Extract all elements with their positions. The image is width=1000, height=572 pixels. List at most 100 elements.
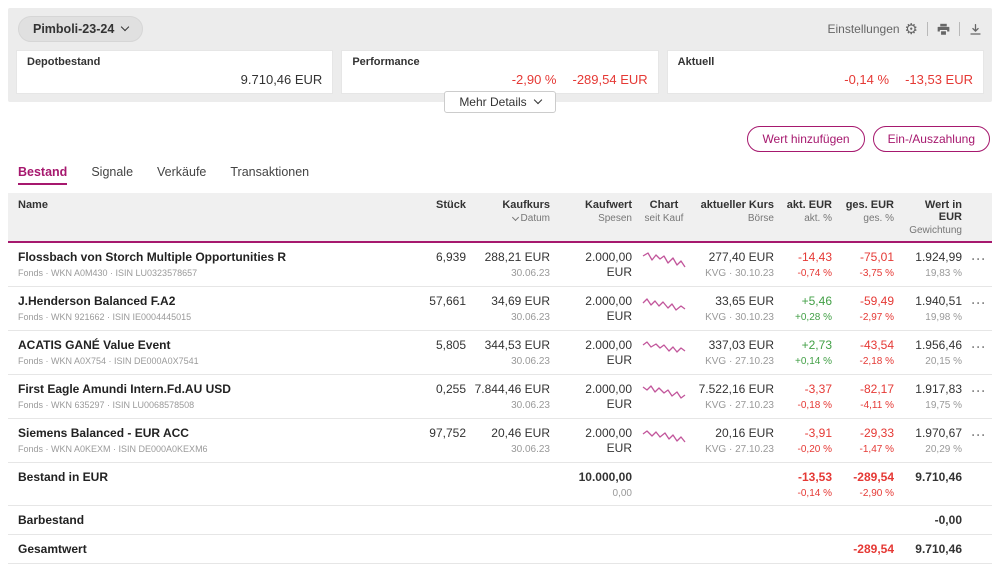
- kaufwert-cell: 2.000,00 EUR: [554, 294, 636, 324]
- gear-icon: ⚙: [905, 22, 918, 37]
- col-chart-label: Chart: [640, 199, 688, 211]
- sparkline-icon: [642, 251, 686, 269]
- ges-total-cell: -289,54: [836, 542, 898, 557]
- row-menu-button[interactable]: ···: [966, 382, 992, 398]
- print-button[interactable]: [937, 23, 950, 36]
- action-buttons: Wert hinzufügen Ein-/Auszahlung: [8, 126, 992, 152]
- chart-cell[interactable]: [636, 250, 692, 272]
- tab-verkaeufe[interactable]: Verkäufe: [157, 165, 206, 185]
- sort-chevron-icon: [512, 214, 519, 221]
- card-value: -0,14 % -13,53 EUR: [844, 72, 973, 87]
- col-kaufwert-label: Kaufwert: [558, 199, 632, 211]
- divider: [927, 22, 928, 36]
- table-row[interactable]: ACATIS GANÉ Value Event Fonds · WKN A0X7…: [8, 331, 992, 375]
- ges-cell: -75,01-3,75 %: [836, 250, 898, 279]
- sparkline-icon: [642, 383, 686, 401]
- performance-value: -289,54 EUR: [573, 72, 648, 87]
- chart-cell[interactable]: [636, 426, 692, 448]
- chart-cell[interactable]: [636, 294, 692, 316]
- total-label: Barbestand: [18, 513, 414, 527]
- settings-button[interactable]: Einstellungen ⚙: [827, 22, 918, 37]
- card-depotbestand: Depotbestand 9.710,46 EUR: [16, 50, 333, 94]
- portfolio-page: Pimboli-23-24 Einstellungen ⚙: [0, 0, 1000, 572]
- col-gewichtung-label: Gewichtung: [909, 225, 962, 236]
- kaufkurs-cell: 7.844,46 EUR30.06.23: [470, 382, 554, 411]
- tab-bestand[interactable]: Bestand: [18, 165, 67, 185]
- wert-cell: 1.924,9919,83 %: [898, 250, 966, 279]
- table-row[interactable]: First Eagle Amundi Intern.Fd.AU USD Fond…: [8, 375, 992, 419]
- fund-name[interactable]: Flossbach von Storch Multiple Opportunit…: [18, 250, 414, 264]
- col-kaufwert: Kaufwert Spesen: [554, 199, 636, 224]
- col-kaufkurs-label: Kaufkurs: [474, 199, 550, 211]
- card-aktuell: Aktuell -0,14 % -13,53 EUR: [667, 50, 984, 94]
- stueck-cell: 97,752: [418, 426, 470, 441]
- kaufkurs-cell: 344,53 EUR30.06.23: [470, 338, 554, 367]
- sparkline-icon: [642, 339, 686, 357]
- wert-cell: 1.917,8319,75 %: [898, 382, 966, 411]
- aktuell-percent: -0,14 %: [844, 72, 889, 87]
- col-akt-pct-label: akt. %: [804, 213, 832, 224]
- download-button[interactable]: [969, 23, 982, 36]
- col-wert: Wert in EUR Gewichtung: [898, 199, 966, 236]
- chart-cell[interactable]: [636, 382, 692, 404]
- card-label: Depotbestand: [27, 56, 322, 68]
- fund-name[interactable]: J.Henderson Balanced F.A2: [18, 294, 414, 308]
- total-label-cell: Bestand in EUR: [8, 470, 418, 484]
- fund-details: Fonds · WKN A0KEXM · ISIN DE000A0KEXM6: [18, 444, 414, 454]
- fund-name[interactable]: ACATIS GANÉ Value Event: [18, 338, 414, 352]
- table-header: Name Stück Kaufkurs Datum Kaufwert Spese…: [8, 193, 992, 243]
- col-kaufkurs[interactable]: Kaufkurs Datum: [470, 199, 554, 224]
- table-row-barbestand: Barbestand -0,00: [8, 506, 992, 535]
- kurs-cell: 337,03 EURKVG · 27.10.23: [692, 338, 778, 367]
- kaufwert-total-cell: 10.000,000,00: [554, 470, 636, 499]
- wert-total-cell: -0,00: [898, 513, 966, 528]
- card-value: 9.710,46 EUR: [241, 72, 323, 87]
- tab-signale[interactable]: Signale: [91, 165, 133, 185]
- col-akt-label: akt. EUR: [782, 199, 832, 211]
- col-boerse-label: Börse: [748, 213, 774, 224]
- fund-details: Fonds · WKN A0X754 · ISIN DE000A0X7541: [18, 356, 414, 366]
- col-stueck: Stück: [418, 199, 470, 211]
- fund-details: Fonds · WKN A0M430 · ISIN LU0323578657: [18, 268, 414, 278]
- sparkline-icon: [642, 295, 686, 313]
- kaufkurs-cell: 34,69 EUR30.06.23: [470, 294, 554, 323]
- fund-cell: First Eagle Amundi Intern.Fd.AU USD Fond…: [8, 382, 418, 410]
- deposit-withdraw-button[interactable]: Ein-/Auszahlung: [873, 126, 990, 152]
- table-row[interactable]: J.Henderson Balanced F.A2 Fonds · WKN 92…: [8, 287, 992, 331]
- more-details-wrap: Mehr Details: [8, 91, 992, 113]
- portfolio-selector[interactable]: Pimboli-23-24: [18, 16, 143, 42]
- summary-cards: Depotbestand 9.710,46 EUR Performance -2…: [16, 50, 984, 94]
- total-label: Bestand in EUR: [18, 470, 414, 484]
- card-label: Aktuell: [678, 56, 973, 68]
- fund-name[interactable]: First Eagle Amundi Intern.Fd.AU USD: [18, 382, 414, 396]
- col-ges-pct-label: ges. %: [863, 213, 894, 224]
- more-details-button[interactable]: Mehr Details: [444, 91, 555, 113]
- fund-details: Fonds · WKN 921662 · ISIN IE0004445015: [18, 312, 414, 322]
- add-value-button[interactable]: Wert hinzufügen: [747, 126, 864, 152]
- tab-transaktionen[interactable]: Transaktionen: [230, 165, 309, 185]
- table-row[interactable]: Siemens Balanced - EUR ACC Fonds · WKN A…: [8, 419, 992, 463]
- col-kurs-label: aktueller Kurs: [696, 199, 774, 211]
- topbar-row: Pimboli-23-24 Einstellungen ⚙: [16, 16, 984, 42]
- chevron-down-icon: [533, 96, 541, 104]
- sparkline-icon: [642, 427, 686, 445]
- row-menu-button[interactable]: ···: [966, 250, 992, 266]
- col-aktueller-kurs: aktueller Kurs Börse: [692, 199, 778, 224]
- wert-total-cell: 9.710,46: [898, 470, 966, 485]
- tab-bar: Bestand Signale Verkäufe Transaktionen: [8, 165, 992, 185]
- row-menu-button[interactable]: ···: [966, 426, 992, 442]
- kaufkurs-cell: 288,21 EUR30.06.23: [470, 250, 554, 279]
- ges-cell: -59,49-2,97 %: [836, 294, 898, 323]
- table-row[interactable]: Flossbach von Storch Multiple Opportunit…: [8, 243, 992, 287]
- performance-percent: -2,90 %: [512, 72, 557, 87]
- col-datum-label: Datum: [521, 213, 550, 224]
- row-menu-button[interactable]: ···: [966, 294, 992, 310]
- row-menu-button[interactable]: ···: [966, 338, 992, 354]
- chevron-down-icon: [121, 23, 129, 31]
- col-spesen-label: Spesen: [598, 213, 632, 224]
- kaufwert-cell: 2.000,00 EUR: [554, 426, 636, 456]
- fund-name[interactable]: Siemens Balanced - EUR ACC: [18, 426, 414, 440]
- kurs-cell: 7.522,16 EURKVG · 27.10.23: [692, 382, 778, 411]
- divider: [959, 22, 960, 36]
- chart-cell[interactable]: [636, 338, 692, 360]
